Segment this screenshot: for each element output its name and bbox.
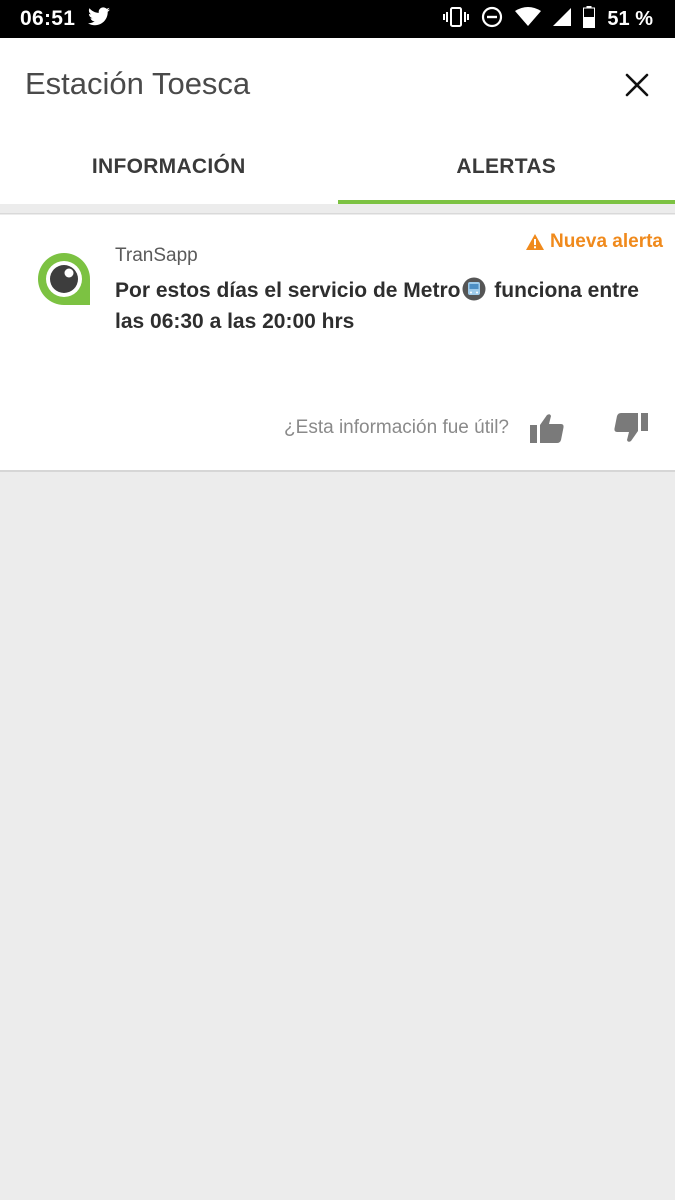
- alert-source: TranSapp: [115, 245, 198, 266]
- tab-divider: [0, 204, 675, 214]
- feedback-question: ¿Esta información fue útil?: [284, 417, 509, 438]
- status-time: 06:51: [20, 7, 76, 30]
- page-title: Estación Toesca: [25, 66, 251, 101]
- vibrate-icon: [443, 6, 470, 32]
- tab-bar: INFORMACIÓN ALERTAS: [0, 130, 675, 204]
- header: Estación Toesca: [0, 38, 675, 130]
- status-bar: 06:51 51 %: [0, 0, 675, 38]
- twitter-icon: [87, 6, 111, 32]
- wifi-icon: [515, 6, 542, 32]
- new-alert-label: Nueva alerta: [549, 231, 663, 252]
- battery-percentage: 51 %: [607, 7, 653, 30]
- alert-card: TranSapp Nueva alerta Por estos días el …: [0, 215, 675, 472]
- thumbs-up-button[interactable]: [529, 410, 565, 446]
- battery-icon: [583, 5, 596, 33]
- alert-message: Por estos días el servicio de Metro func…: [115, 277, 655, 335]
- tab-informacion[interactable]: INFORMACIÓN: [0, 130, 338, 204]
- signal-icon: [553, 7, 572, 31]
- feedback-row: ¿Esta información fue útil?: [284, 410, 649, 446]
- warning-icon: [525, 234, 544, 250]
- close-button[interactable]: [620, 68, 654, 102]
- tab-alertas[interactable]: ALERTAS: [337, 130, 675, 204]
- thumbs-up-icon: [530, 414, 564, 443]
- do-not-disturb-icon: [481, 6, 503, 33]
- transapp-logo-icon: [36, 251, 92, 307]
- thumbs-down-icon: [614, 413, 648, 442]
- metro-train-icon: [462, 277, 486, 308]
- alert-message-part1: Por estos días el servicio de Metro: [115, 279, 461, 302]
- thumbs-down-button[interactable]: [613, 410, 649, 446]
- close-icon: [625, 73, 649, 97]
- new-alert-badge: Nueva alerta: [525, 231, 663, 253]
